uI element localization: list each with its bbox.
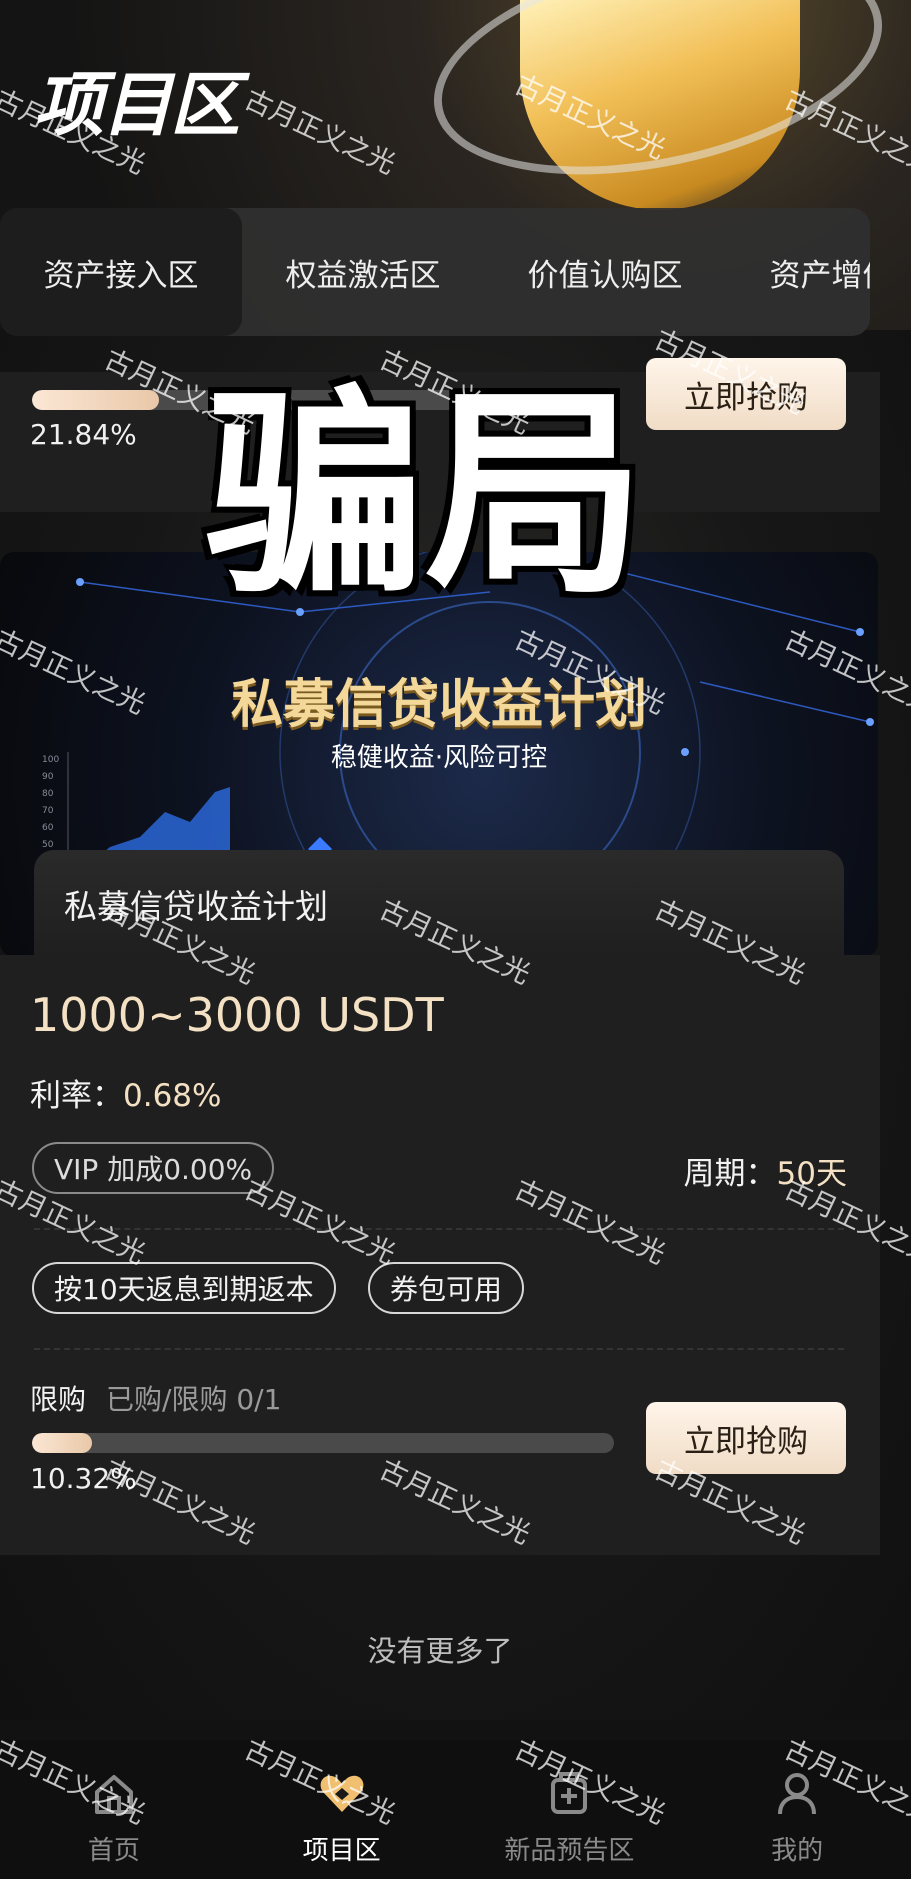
vip-bonus-badge: VIP 加成0.00% xyxy=(32,1142,275,1194)
project-icon xyxy=(320,1775,364,1812)
home-icon xyxy=(94,1775,133,1814)
tabbar-label: 首页 xyxy=(87,1836,140,1866)
divider xyxy=(34,1348,844,1350)
scam-overlay-text: 骗局 xyxy=(205,367,646,623)
rate-value: 0.68% xyxy=(123,1078,222,1114)
rate-label: 利率： xyxy=(30,1078,123,1114)
category-tabs: 资产接入区 权益激活区 价值认购区 资产增值区 xyxy=(0,208,870,336)
tab-rights-activation[interactable]: 权益激活区 xyxy=(242,208,484,336)
limit-label: 限购 xyxy=(30,1383,87,1416)
bottom-tab-bar: 首页 项目区 新品预告区 我的 xyxy=(0,1740,911,1879)
buy-now-button[interactable]: 立即抢购 xyxy=(646,358,846,430)
purchase-limit: 限购 已购/限购 0/1 xyxy=(30,1378,281,1418)
banner-subtitle: 稳健收益·风险可控 xyxy=(330,743,548,773)
chart-tick-label: 80 xyxy=(42,789,54,799)
progress-fill xyxy=(32,1433,93,1453)
progress-label: 10.32% xyxy=(30,1462,137,1495)
buy-now-button[interactable]: 立即抢购 xyxy=(646,1402,846,1474)
divider xyxy=(34,1228,844,1230)
new-product-icon xyxy=(551,1772,588,1814)
user-icon xyxy=(778,1773,817,1815)
tag-coupon-available: 券包可用 xyxy=(368,1262,525,1314)
tabbar-label: 项目区 xyxy=(302,1836,381,1866)
tabbar-item-me[interactable]: 我的 xyxy=(683,1740,911,1879)
banner-title: 私募信贷收益计划 xyxy=(230,675,647,735)
plan-rate: 利率：0.68% xyxy=(30,1070,221,1115)
period-value: 50天 xyxy=(776,1156,847,1192)
chart-tick-label: 60 xyxy=(42,823,54,833)
tabbar-item-home[interactable]: 首页 xyxy=(0,1740,228,1879)
tab-asset-appreciation[interactable]: 资产增值区 xyxy=(726,208,871,336)
tabbar-item-new-products[interactable]: 新品预告区 xyxy=(456,1740,684,1879)
plan-amount: 1000~3000 USDT xyxy=(30,988,444,1042)
chart-tick-label: 70 xyxy=(42,806,54,816)
tag-interest-schedule: 按10天返息到期返本 xyxy=(32,1262,336,1314)
plan-name: 私募信贷收益计划 xyxy=(64,887,328,926)
tab-asset-access[interactable]: 资产接入区 xyxy=(0,208,242,336)
chart-tick-label: 50 xyxy=(42,840,54,850)
tabbar-label: 新品预告区 xyxy=(504,1836,635,1866)
tabbar-item-projects[interactable]: 项目区 xyxy=(228,1740,456,1879)
period-label: 周期： xyxy=(683,1156,777,1192)
end-of-list-text: 没有更多了 xyxy=(367,1634,513,1668)
progress-label: 21.84% xyxy=(30,418,137,451)
progress-bar xyxy=(32,1433,614,1453)
limit-meta: 已购/限购 0/1 xyxy=(106,1383,282,1416)
page-title: 项目区 xyxy=(34,64,240,146)
tab-value-subscription[interactable]: 价值认购区 xyxy=(484,208,726,336)
progress-fill xyxy=(32,390,160,410)
plan-period: 周期：50天 xyxy=(684,1148,847,1193)
tabbar-label: 我的 xyxy=(771,1836,824,1866)
